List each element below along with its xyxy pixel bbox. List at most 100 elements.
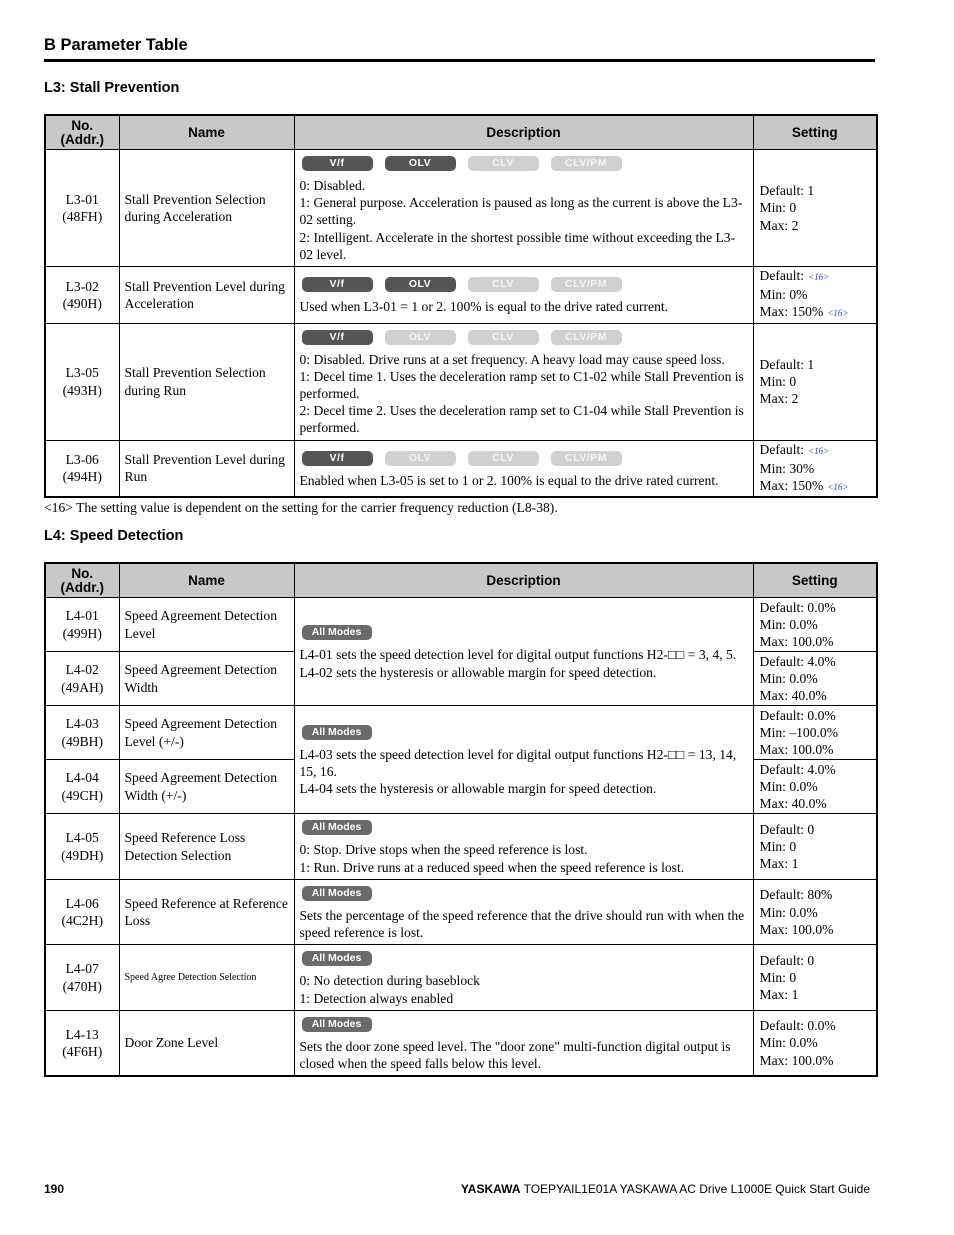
- param-setting: Default: <16> Min: 0% Max: 150% <16>: [752, 266, 878, 324]
- setting-default-text: Default:: [759, 441, 805, 457]
- footer-doc: TOEPYAIL1E01A YASKAWA AC Drive L1000E Qu…: [520, 1182, 870, 1196]
- param-address: (49CH): [61, 787, 104, 803]
- setting-max-text: Max: 100.0%: [759, 1052, 834, 1068]
- param-name: Stall Prevention Selection during Run: [118, 322, 295, 441]
- setting-max-text: Max: 40.0%: [759, 796, 827, 812]
- mode-badge-olv: OLV: [384, 277, 456, 293]
- setting-min: Min: 0: [759, 200, 797, 216]
- setting-max: Max: 40.0%: [760, 687, 877, 704]
- param-setting: Default: 1 Min: 0 Max: 2: [752, 322, 878, 441]
- setting-min: Min: 0: [759, 970, 797, 985]
- mode-badge-clv-pm: CLV/PM: [550, 156, 622, 171]
- setting-default-text: Default: 0: [759, 952, 815, 968]
- header-setting: Setting: [752, 562, 878, 598]
- table-row: L3-05 (493H) Stall Prevention Selection du…: [44, 322, 878, 441]
- control-mode-badges: V/f OLV CLV CLV/PM: [301, 329, 748, 345]
- control-mode-badges: All Modes: [301, 724, 748, 740]
- param-number: L4-05: [65, 830, 99, 846]
- control-mode-badges: V/f OLV CLV CLV/PM: [301, 277, 748, 293]
- setting-max-text: Max: 40.0%: [759, 688, 827, 704]
- param-address: (49DH): [61, 847, 104, 863]
- setting-default-text: Default: 0.0%: [759, 1018, 836, 1034]
- header-description: Description: [293, 562, 754, 598]
- setting-default: Default: 0.0%: [760, 707, 877, 724]
- page-number: 190: [44, 1182, 65, 1196]
- param-number-cell: L3-06 (494H): [44, 439, 120, 498]
- setting-max-text: Max: 2: [759, 391, 799, 407]
- footnote-ref-link[interactable]: <16>: [827, 308, 848, 318]
- description-line: 1: Detection always enabled: [299, 990, 454, 1006]
- mode-badge-clv-pm: CLV/PM: [550, 450, 622, 466]
- param-number-cell: L3-02 (490H): [44, 266, 120, 324]
- setting-default-text: Default:: [759, 268, 805, 284]
- param-number: L3-05: [65, 365, 99, 381]
- table-row: L3-02 (490H) Stall Prevention Level during…: [44, 266, 878, 324]
- param-setting: Default: 0 Min: 0 Max: 1: [752, 813, 878, 880]
- setting-max-text: Max: 100.0%: [759, 742, 834, 758]
- param-number-cell: L4-04 (49CH): [44, 759, 120, 814]
- mode-badge-v-f: V/f: [301, 329, 373, 345]
- description-line: 2: Intelligent. Accelerate in the shorte…: [299, 229, 736, 262]
- param-number: L4-13: [65, 1026, 99, 1042]
- param-number: L3-06: [65, 452, 99, 468]
- param-address: (493H): [62, 382, 102, 398]
- param-number-cell: L4-02 (49AH): [44, 651, 120, 706]
- param-address: (48FH): [62, 209, 103, 224]
- section-title: B Parameter Table: [44, 36, 188, 54]
- param-name: Speed Agree Detection Selection: [118, 944, 295, 1011]
- header-name: Name: [118, 114, 295, 150]
- table-header-row: No. (Addr.) Name Description Setting: [44, 562, 878, 598]
- setting-default: Default: 0: [760, 821, 877, 838]
- mode-badge-olv: OLV: [384, 450, 456, 466]
- table-row: L4-05 (49DH) Speed Reference Loss Detectio…: [44, 813, 878, 880]
- description-line: 0: Stop. Drive stops when the speed refe…: [299, 842, 588, 858]
- setting-default: Default: 1: [760, 356, 877, 373]
- mode-badge-olv: OLV: [384, 329, 456, 345]
- setting-min: Min: 0.0%: [759, 904, 818, 920]
- param-number: L4-02: [65, 662, 99, 678]
- param-address: (49AH): [61, 679, 104, 695]
- control-mode-badges: All Modes: [301, 951, 748, 967]
- setting-max-text: Max: 100.0%: [759, 634, 834, 650]
- setting-default: Default: 80%: [760, 886, 877, 903]
- setting-default: Default: 0: [760, 952, 877, 969]
- param-description: V/f OLV CLV CLV/PM 0: Disabled. 1: General pu…: [293, 148, 754, 268]
- l3-title: L3: Stall Prevention: [44, 80, 180, 96]
- param-name: Speed Agreement Detection Level (+/-): [118, 705, 295, 760]
- table-row: L4-01 (499H) Speed Agreement Detection Lev…: [44, 597, 878, 706]
- header-name: Name: [118, 562, 295, 598]
- control-mode-badges: All Modes: [301, 820, 748, 836]
- control-mode-badges: All Modes: [301, 1016, 748, 1032]
- param-number-cell: L4-01 (499H): [44, 597, 120, 652]
- setting-max: Max: 100.0%: [760, 921, 877, 938]
- param-address: (470H): [62, 978, 102, 994]
- setting-min: Min: –100.0%: [759, 724, 839, 740]
- footnote-ref-link[interactable]: <16>: [808, 272, 829, 282]
- setting-min: Min: 0%: [759, 287, 808, 303]
- setting-default-text: Default: 4.0%: [759, 653, 836, 669]
- param-name: Speed Reference at Reference Loss: [118, 878, 295, 946]
- param-number: L4-03: [65, 716, 99, 732]
- mode-badge-v-f: V/f: [301, 156, 373, 171]
- param-number: L4-07: [65, 961, 99, 977]
- footer-doc-title: YASKAWA TOEPYAIL1E01A YASKAWA AC Drive L…: [461, 1182, 870, 1196]
- table-row: L4-07 (470H) Speed Agree Detection Selecti…: [44, 944, 878, 1011]
- table-row: L3-01 (48FH) Stall Prevention Selection du…: [44, 148, 878, 268]
- mode-badge-clv: CLV: [467, 156, 539, 171]
- setting-min: Min: 0.0%: [759, 670, 818, 686]
- setting-max: Max: 100.0%: [760, 1052, 877, 1069]
- header-no: No. (Addr.): [44, 114, 120, 150]
- param-number-cell: L3-05 (493H): [44, 322, 120, 441]
- setting-default-text: Default: 80%: [759, 887, 833, 903]
- param-address: (494H): [62, 469, 102, 485]
- mode-badge-clv-pm: CLV/PM: [550, 329, 622, 345]
- footnote-ref-link[interactable]: <16>: [827, 482, 848, 492]
- footnote-ref-link[interactable]: <16>: [808, 446, 829, 456]
- setting-default: Default: 1: [760, 182, 877, 199]
- setting-default-text: Default: 0.0%: [759, 707, 836, 723]
- param-address: (4F6H): [62, 1044, 103, 1060]
- setting-max-text: Max: 1: [759, 987, 799, 1003]
- param-number-cell: L4-03 (49BH): [44, 705, 120, 760]
- setting-max: Max: 2: [760, 217, 877, 234]
- setting-min: Min: 0.0%: [759, 778, 818, 794]
